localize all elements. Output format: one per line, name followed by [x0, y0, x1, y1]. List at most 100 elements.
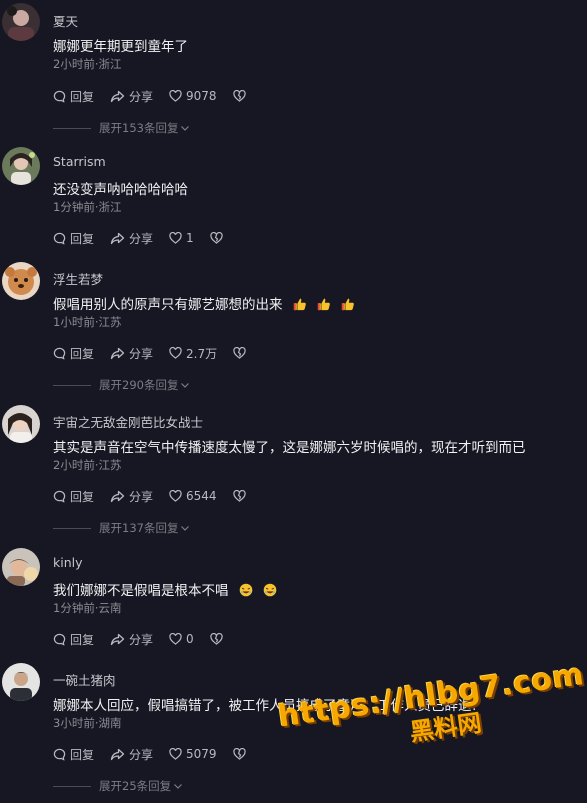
comment-text: 还没变声呐哈哈哈哈哈 [53, 182, 188, 198]
like-count: 5079 [186, 747, 217, 761]
reply-label: 回复 [70, 231, 95, 246]
reply-button[interactable]: 回复 [53, 488, 94, 505]
share-label: 分享 [129, 747, 154, 762]
comment-bubble-icon [53, 347, 66, 360]
expand-label: 展开153条回复 [99, 121, 179, 135]
avatar[interactable] [2, 262, 40, 300]
expand-replies[interactable]: 展开137条回复 [53, 521, 190, 535]
share-button[interactable]: 分享 [110, 488, 153, 505]
share-button[interactable]: 分享 [110, 230, 153, 247]
comment-text-body: 我们娜娜不是假唱是根本不唱 [53, 583, 229, 599]
share-label: 分享 [129, 346, 154, 361]
like-button[interactable]: 0 [169, 632, 194, 646]
comment-actions: 回复 分享 5079 [53, 745, 246, 763]
laughing-face-icon [239, 583, 252, 597]
comment-actions: 回复 分享 0 [53, 630, 223, 648]
username[interactable]: 宇宙之无敌金刚芭比女战士 [53, 412, 203, 431]
broken-heart-icon [232, 90, 246, 102]
username[interactable]: Starrism [53, 154, 106, 169]
avatar[interactable] [2, 405, 40, 443]
comment-bubble-icon [53, 232, 66, 245]
comment-text: 假唱用别人的原声只有娜艺娜想的出来 [53, 293, 355, 313]
comment-text: 娜娜更年期更到童年了 [53, 39, 188, 55]
like-button[interactable]: 6544 [169, 489, 217, 503]
share-button[interactable]: 分享 [110, 88, 153, 105]
share-button[interactable]: 分享 [110, 345, 153, 362]
reply-button[interactable]: 回复 [53, 631, 94, 648]
comment-bubble-icon [53, 748, 66, 761]
like-count: 2.7万 [186, 346, 218, 361]
reply-button[interactable]: 回复 [53, 88, 94, 105]
username[interactable]: kinly [53, 555, 83, 570]
like-count: 1 [186, 231, 194, 245]
dislike-button[interactable] [232, 90, 246, 102]
share-label: 分享 [129, 89, 154, 104]
divider [53, 785, 91, 787]
share-arrow-icon [110, 490, 125, 502]
comment-meta: 2小时前·浙江 [53, 57, 122, 71]
like-button[interactable]: 2.7万 [169, 345, 217, 362]
comment-actions: 回复 分享 2.7万 [53, 344, 246, 362]
expand-replies[interactable]: 展开153条回复 [53, 121, 190, 135]
comment-meta: 2小时前·江苏 [53, 458, 122, 472]
heart-icon [169, 90, 182, 102]
broken-heart-icon [233, 347, 246, 359]
avatar[interactable] [2, 3, 40, 41]
heart-icon [169, 490, 182, 502]
heart-icon [169, 232, 182, 244]
divider [53, 384, 91, 386]
thumbs-up-icon [293, 298, 306, 311]
comment-text: 其实是声音在空气中传播速度太慢了，这是娜娜六岁时候唱的，现在才听到而已 [53, 440, 526, 456]
comment-meta: 1分钟前·云南 [53, 601, 122, 615]
reply-button[interactable]: 回复 [53, 746, 94, 763]
share-arrow-icon [110, 633, 125, 645]
dislike-button[interactable] [210, 633, 223, 645]
comment-actions: 回复 分享 1 [53, 229, 223, 247]
username[interactable]: 一碗土猪肉 [53, 670, 116, 689]
like-count: 0 [186, 632, 194, 646]
divider [53, 127, 91, 129]
dislike-button[interactable] [210, 232, 223, 244]
like-button[interactable]: 5079 [169, 747, 217, 761]
avatar[interactable] [2, 548, 40, 586]
reply-button[interactable]: 回复 [53, 345, 94, 362]
comment-text-body: 假唱用别人的原声只有娜艺娜想的出来 [53, 297, 283, 313]
share-arrow-icon [110, 748, 125, 760]
like-button[interactable]: 9078 [169, 89, 217, 103]
chevron-down-icon [181, 383, 190, 388]
thumbs-up-icon [341, 298, 354, 311]
comment-bubble-icon [53, 90, 66, 103]
broken-heart-icon [232, 748, 246, 760]
reply-button[interactable]: 回复 [53, 230, 94, 247]
comment-bubble-icon [53, 633, 66, 646]
comment-meta: 1小时前·江苏 [53, 315, 122, 329]
dislike-button[interactable] [232, 748, 246, 760]
share-button[interactable]: 分享 [110, 746, 153, 763]
heart-icon [169, 633, 182, 645]
like-count: 6544 [186, 489, 217, 503]
reply-label: 回复 [70, 346, 95, 361]
reply-label: 回复 [70, 89, 95, 104]
like-button[interactable]: 1 [169, 231, 194, 245]
dislike-button[interactable] [233, 347, 246, 359]
share-arrow-icon [110, 232, 125, 244]
avatar[interactable] [2, 663, 40, 701]
broken-heart-icon [232, 490, 246, 502]
reply-label: 回复 [70, 632, 95, 647]
expand-label: 展开290条回复 [99, 378, 179, 392]
share-arrow-icon [110, 90, 125, 102]
reply-label: 回复 [70, 747, 95, 762]
expand-replies[interactable]: 展开25条回复 [53, 779, 183, 793]
username[interactable]: 夏天 [53, 11, 78, 30]
expand-label: 展开137条回复 [99, 521, 179, 535]
comment-text: 我们娜娜不是假唱是根本不唱 [53, 579, 277, 599]
avatar[interactable] [2, 147, 40, 185]
laughing-face-icon [263, 583, 276, 597]
dislike-button[interactable] [232, 490, 246, 502]
expand-replies[interactable]: 展开290条回复 [53, 378, 190, 392]
chevron-down-icon [181, 126, 190, 131]
share-button[interactable]: 分享 [110, 631, 153, 648]
heart-icon [169, 347, 182, 359]
username[interactable]: 浮生若梦 [53, 269, 103, 288]
expand-label: 展开25条回复 [99, 779, 172, 793]
